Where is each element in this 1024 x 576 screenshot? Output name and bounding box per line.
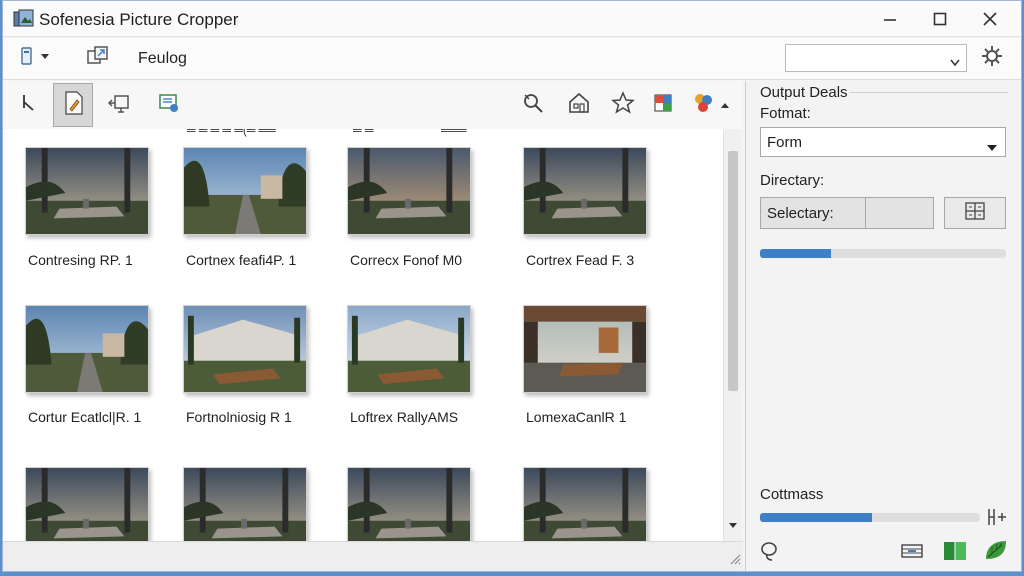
format-select[interactable]: Form [760,127,1006,157]
crop-transform-button[interactable] [83,44,113,72]
chevron-down-icon [950,54,960,72]
scrollbar-thumb[interactable] [728,151,738,391]
thumbnail-image[interactable] [347,147,471,235]
edit-tool-button[interactable] [53,83,93,127]
maximize-button[interactable] [917,5,963,33]
thumbnail-caption: Cortnex feafi4P. 1 [186,252,297,268]
main-toolbar: Feulog [3,38,1021,80]
close-button[interactable] [967,5,1013,33]
compress-label: Cottmass [760,486,824,503]
minimize-button[interactable] [867,5,913,33]
color-crop-tool-button[interactable] [643,83,683,127]
settings-button[interactable] [977,43,1007,73]
tool-strip [3,81,743,129]
clipped-caption: ═ ═ ═ ═ ═(═ ══ [187,129,276,137]
home-tool-button[interactable] [559,83,599,127]
thumbnail-caption: Loftrex RallyAMS [350,409,459,425]
device-dropdown-icon [19,45,53,72]
thumbnail-image[interactable] [183,467,307,541]
star-icon [611,90,635,120]
thumbnail-image[interactable] [347,467,471,541]
dialog-menu-label[interactable]: Feulog [138,50,187,68]
slider-handle-icon[interactable] [986,507,1008,527]
vertical-scrollbar[interactable] [723,129,741,541]
thumbnail-caption: Cortrex Fead F. 3 [526,252,635,268]
book-icon[interactable] [942,539,968,563]
export-icon [157,91,181,120]
directory-progress-fill [760,249,832,258]
panel-separator [850,92,1008,93]
magnify-tool-button[interactable] [513,83,553,127]
app-window: Sofenesia Picture Cropper Feulog ═ ═ ═ ═… [2,0,1022,572]
export-tool-button[interactable] [149,83,189,127]
film-icon[interactable] [900,541,924,561]
thumbnail-image[interactable] [523,305,647,393]
directory-label: Directary: [760,172,825,189]
thumbnail-caption: Contresing RP. 1 [28,252,133,268]
transform-icon [106,92,132,119]
edit-pen-icon [61,90,85,121]
grid-icon [965,201,985,225]
directory-field-value: Selectary: [767,205,834,222]
thumbnail-caption: LomexaCanlR 1 [526,409,627,425]
scroll-up-button[interactable] [713,83,737,127]
pointer-icon [19,92,39,119]
device-menu-button[interactable] [17,44,55,72]
output-panel: Output Deals Fotmat: Form Directary: Sel… [745,81,1021,571]
thumbnail-image[interactable] [523,147,647,235]
thumbnail-caption: Fortnolniosig R 1 [186,409,292,425]
preset-combo[interactable] [785,44,967,72]
lasso-icon[interactable] [758,539,782,563]
thumbnail-image[interactable] [347,305,471,393]
thumbnail-caption: Cortur Ecatlcl|R. 1 [28,409,142,425]
panel-heading: Output Deals [760,84,848,101]
window-title: Sofenesia Picture Cropper [39,10,239,29]
transform-tool-button[interactable] [99,83,139,127]
compress-slider-fill [760,513,873,522]
favorite-tool-button[interactable] [603,83,643,127]
thumbnail-image[interactable] [25,467,149,541]
scroll-up-icon [720,96,730,114]
directory-progress-bar [760,249,1006,258]
leaf-icon[interactable] [982,537,1010,563]
chevron-down-icon [987,139,997,157]
thumbnail-image[interactable] [25,147,149,235]
app-logo-icon [13,9,35,29]
home-icon [567,91,591,120]
pointer-tool-button[interactable] [9,83,49,127]
compress-slider[interactable] [760,513,980,522]
thumbnail-grid: ═ ═ ═ ═ ═(═ ══ ═ ═ ═══ Contresing RP. 1 C… [3,129,723,541]
crop-transform-icon [85,44,111,73]
status-bar [3,541,743,571]
color-crop-icon [651,91,675,120]
directory-field[interactable]: Selectary: [760,197,934,229]
thumbnail-caption: Correcx Fonof M0 [350,252,463,268]
palette-icon [691,91,715,120]
format-select-value: Form [767,134,802,151]
thumbnail-image[interactable] [183,147,307,235]
scroll-down-icon[interactable] [728,517,738,535]
format-label: Fotmat: [760,105,811,122]
settings-gear-icon [980,44,1004,73]
clipped-caption: ═ ═ [353,129,374,137]
thumbnail-image[interactable] [183,305,307,393]
thumbnail-image[interactable] [523,467,647,541]
title-bar: Sofenesia Picture Cropper [3,1,1021,37]
resize-grip-icon[interactable] [729,552,741,570]
grid-view-button[interactable] [944,197,1006,229]
thumbnail-image[interactable] [25,305,149,393]
clipped-caption: ═══ [441,129,467,137]
magnify-icon [521,91,545,120]
